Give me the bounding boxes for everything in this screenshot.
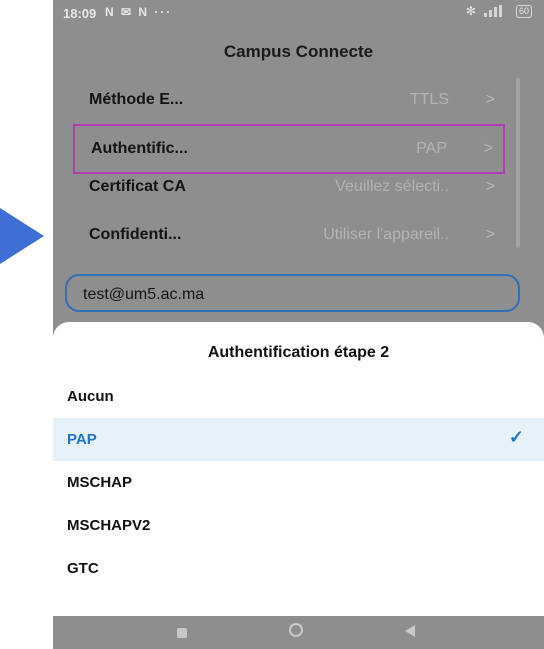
option-aucun[interactable]: Aucun — [53, 375, 544, 418]
signal-icon — [483, 5, 508, 17]
option-label: PAP — [67, 431, 97, 448]
back-button[interactable] — [405, 625, 415, 637]
phase2-auth-sheet: Authentification étape 2 Aucun PAP ✓ MSC… — [53, 322, 544, 616]
row-value: Veuillez sélecti.. — [335, 178, 449, 195]
phone-screen: 18:09 N ✉ N ··· ✻ 60 Campus Connecte Mét… — [53, 0, 544, 649]
row-label: Confidenti... — [89, 226, 182, 243]
bluetooth-icon: ✻ — [465, 4, 476, 18]
chevron-right-icon: > — [483, 140, 493, 157]
privacy-row[interactable]: Confidenti... Utiliser l'appareil.. > — [73, 210, 505, 260]
option-label: Aucun — [67, 388, 114, 405]
eap-method-row[interactable]: Méthode E... TTLS > — [73, 75, 505, 125]
home-button[interactable] — [289, 623, 303, 637]
notification-icons: N ✉ N ··· — [105, 5, 173, 19]
row-label: Certificat CA — [89, 178, 186, 195]
chevron-right-icon: > — [485, 91, 495, 108]
scrollbar[interactable] — [516, 78, 520, 248]
row-value: TTLS — [409, 91, 449, 108]
battery-icon: 60 — [515, 4, 532, 18]
chevron-right-icon: > — [485, 226, 495, 243]
navigation-bar — [53, 616, 544, 649]
recents-button[interactable] — [177, 628, 187, 638]
row-label: Authentific... — [91, 140, 188, 157]
status-icons: ✻ 60 — [466, 4, 532, 18]
row-label: Méthode E... — [89, 91, 184, 108]
status-bar: 18:09 N ✉ N ··· ✻ 60 — [53, 0, 544, 28]
option-mschap[interactable]: MSCHAP — [53, 461, 544, 504]
option-label: MSCHAP — [67, 474, 133, 491]
identity-input[interactable]: test@um5.ac.ma — [65, 274, 520, 312]
ca-certificate-row[interactable]: Certificat CA Veuillez sélecti.. > — [73, 162, 505, 212]
sheet-title: Authentification étape 2 — [207, 344, 390, 361]
option-label: MSCHAPV2 — [67, 517, 151, 534]
pointer-arrow-icon — [0, 208, 44, 264]
option-mschapv2[interactable]: MSCHAPV2 — [53, 504, 544, 547]
option-gtc[interactable]: GTC — [53, 547, 544, 590]
option-label: GTC — [67, 560, 99, 577]
row-value: Utiliser l'appareil.. — [323, 226, 449, 243]
option-pap[interactable]: PAP ✓ — [53, 418, 544, 461]
row-value: PAP — [416, 140, 447, 157]
page-title: Campus Connecte — [223, 42, 374, 61]
chevron-right-icon: > — [485, 178, 495, 195]
status-time: 18:09 — [63, 6, 97, 21]
checkmark-icon: ✓ — [508, 427, 524, 447]
